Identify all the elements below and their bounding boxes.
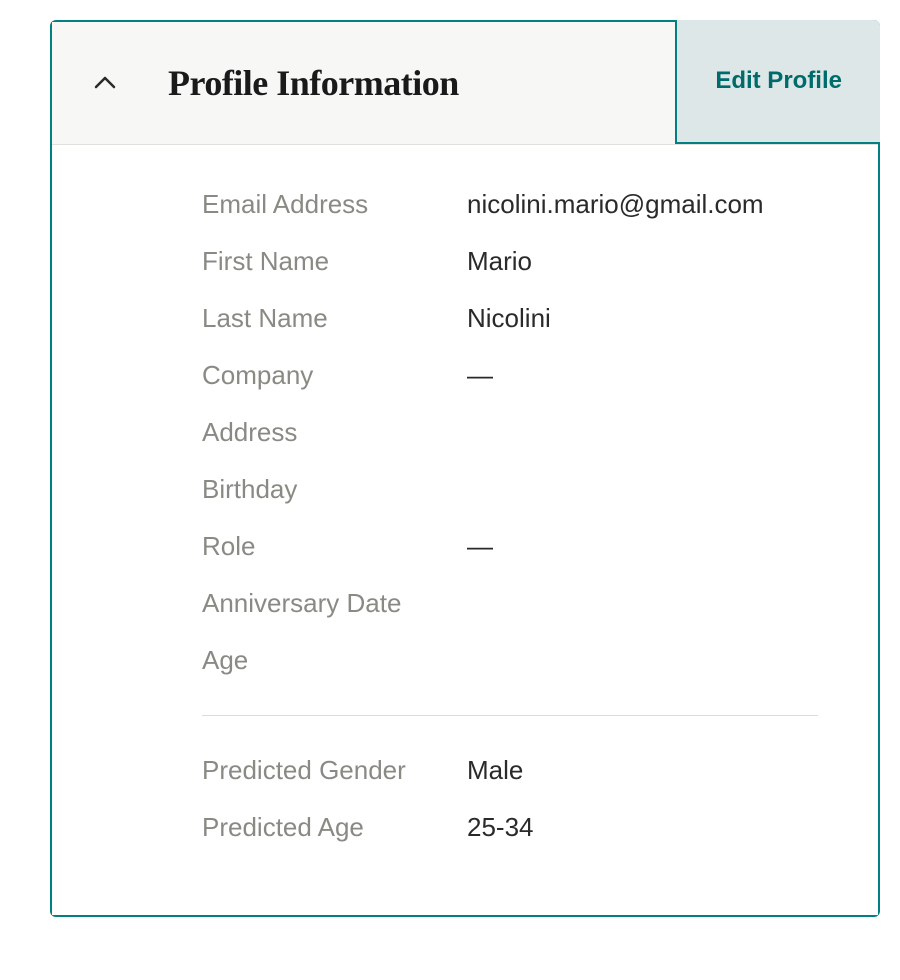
field-label-age: Age <box>202 641 437 680</box>
field-label-role: Role <box>202 527 437 566</box>
field-value-first-name: Mario <box>467 242 818 281</box>
field-row: Company — <box>202 356 818 395</box>
field-value-last-name: Nicolini <box>467 299 818 338</box>
field-label-last-name: Last Name <box>202 299 437 338</box>
field-label-address: Address <box>202 413 437 452</box>
profile-information-card: Profile Information Edit Profile Email A… <box>50 20 880 917</box>
card-body: Email Address nicolini.mario@gmail.com F… <box>52 145 878 915</box>
field-value-predicted-gender: Male <box>467 751 818 790</box>
field-row: Predicted Gender Male <box>202 751 818 790</box>
field-value-birthday <box>467 470 818 509</box>
field-label-predicted-gender: Predicted Gender <box>202 751 437 790</box>
field-row: Predicted Age 25-34 <box>202 808 818 847</box>
profile-fields: Email Address nicolini.mario@gmail.com F… <box>112 185 818 680</box>
field-label-company: Company <box>202 356 437 395</box>
field-label-predicted-age: Predicted Age <box>202 808 437 847</box>
card-header: Profile Information Edit Profile <box>52 22 878 145</box>
field-label-anniversary: Anniversary Date <box>202 584 437 623</box>
field-row: Address <box>202 413 818 452</box>
card-title: Profile Information <box>168 62 459 104</box>
field-label-first-name: First Name <box>202 242 437 281</box>
predicted-fields: Predicted Gender Male Predicted Age 25-3… <box>112 751 818 847</box>
field-row: Birthday <box>202 470 818 509</box>
field-row: Last Name Nicolini <box>202 299 818 338</box>
chevron-up-icon <box>92 70 118 96</box>
field-row: Role — <box>202 527 818 566</box>
section-divider <box>202 715 818 716</box>
field-row: Anniversary Date <box>202 584 818 623</box>
card-header-left[interactable]: Profile Information <box>52 22 675 144</box>
field-value-role: — <box>467 527 818 566</box>
edit-profile-button[interactable]: Edit Profile <box>675 20 880 144</box>
field-label-email: Email Address <box>202 185 437 224</box>
field-value-address <box>467 413 818 452</box>
field-row: First Name Mario <box>202 242 818 281</box>
field-value-email: nicolini.mario@gmail.com <box>467 185 818 224</box>
field-value-anniversary <box>467 584 818 623</box>
field-row: Email Address nicolini.mario@gmail.com <box>202 185 818 224</box>
field-value-company: — <box>467 356 818 395</box>
field-value-predicted-age: 25-34 <box>467 808 818 847</box>
field-label-birthday: Birthday <box>202 470 437 509</box>
field-row: Age <box>202 641 818 680</box>
field-value-age <box>467 641 818 680</box>
